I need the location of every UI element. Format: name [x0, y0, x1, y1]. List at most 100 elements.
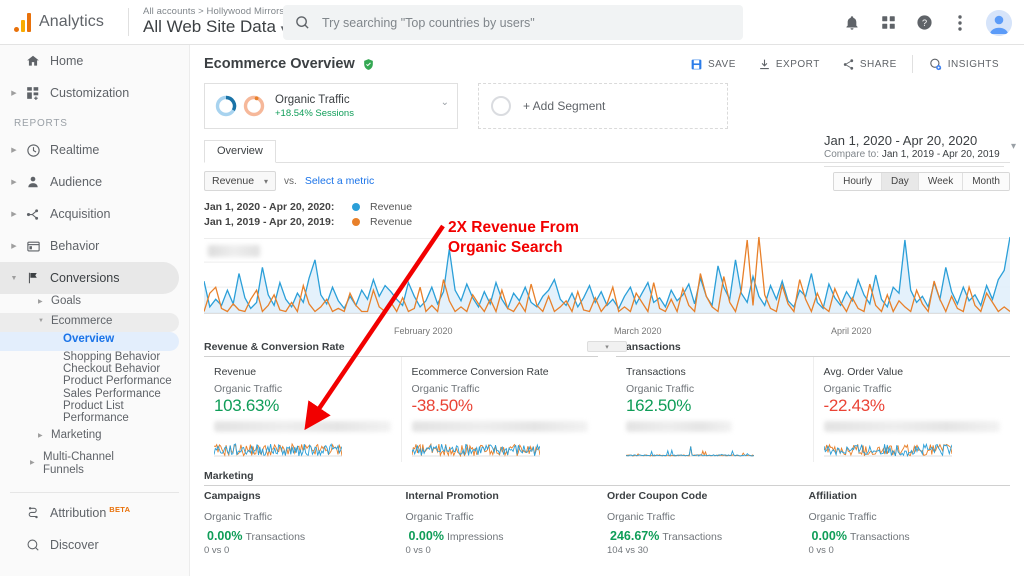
legend-color-swatch	[352, 203, 360, 211]
sidebar-item-customization[interactable]: ▶ Customization	[0, 77, 189, 109]
property-name: All Web Site Data ▾	[143, 18, 286, 37]
chart-x-axis: February 2020 March 2020 April 2020	[204, 326, 1010, 340]
sidebar-item-home[interactable]: Home	[0, 45, 189, 77]
help-icon[interactable]: ?	[914, 13, 934, 33]
analytics-logo-icon	[14, 13, 31, 32]
section-revenue-conversion: Revenue & Conversion Rate Revenue Organi…	[204, 341, 598, 462]
legend-range: Jan 1, 2020 - Apr 20, 2020:	[204, 201, 352, 213]
insights-button[interactable]: INSIGHTS	[917, 57, 1010, 72]
sidebar-item-multi-channel-funnels[interactable]: ▶ Multi-Channel Funnels	[0, 450, 189, 477]
vs-label: vs.	[284, 176, 297, 187]
main-content: Ecommerce Overview SAVE EXPORT SHARE	[190, 45, 1024, 576]
applied-segment[interactable]: Organic Traffic +18.54% Sessions ⌄	[204, 83, 458, 129]
segment-donut-orange-icon	[241, 93, 267, 119]
sidebar-item-label: Discover	[50, 538, 99, 552]
date-range-selector[interactable]: Jan 1, 2020 - Apr 20, 2020 Compare to: J…	[824, 133, 1004, 167]
sidebar-item-label: AttributionBETA	[50, 505, 130, 520]
sidebar-item-marketing[interactable]: ▶ Marketing	[0, 428, 189, 447]
timeseries-chart[interactable]: February 2020 March 2020 April 2020 ▾	[204, 231, 1010, 335]
sidebar-item-sales-performance[interactable]: Sales Performance	[0, 388, 189, 400]
attribution-icon	[20, 506, 46, 520]
marketing-card-affiliation[interactable]: Affiliation Organic Traffic 0.00%Transac…	[809, 490, 1011, 556]
granularity-hourly[interactable]: Hourly	[834, 173, 882, 190]
select-a-metric-link[interactable]: Select a metric	[305, 175, 374, 187]
sidebar-item-discover[interactable]: Discover	[0, 529, 189, 561]
kpi-name: Avg. Order Value	[824, 366, 1001, 378]
metric-select-value: Revenue	[212, 175, 254, 187]
apps-grid-icon[interactable]	[878, 13, 898, 33]
marketing-card-value: 246.67%Transactions	[607, 529, 799, 543]
share-button[interactable]: SHARE	[831, 58, 908, 71]
sidebar-item-checkout-behavior[interactable]: Checkout Behavior	[0, 363, 189, 375]
sidebar-item-attribution[interactable]: AttributionBETA	[0, 497, 189, 529]
svg-text:?: ?	[921, 18, 926, 28]
save-button[interactable]: SAVE	[679, 58, 747, 71]
sidebar-item-product-list-performance[interactable]: Product List Performance	[0, 400, 189, 424]
compare-prefix: Compare to:	[824, 149, 879, 160]
metric-select[interactable]: Revenue ▾	[204, 171, 276, 191]
top-bar: Analytics All accounts > Hollywood Mirro…	[0, 0, 1024, 45]
granularity-week[interactable]: Week	[919, 173, 963, 190]
sidebar-item-behavior[interactable]: ▶ Behavior	[0, 230, 189, 262]
tab-overview[interactable]: Overview	[204, 140, 276, 163]
granularity-month[interactable]: Month	[963, 173, 1009, 190]
kpi-segment: Organic Traffic	[824, 383, 1001, 395]
header-divider	[128, 8, 129, 36]
chevron-down-icon[interactable]: ▾	[1011, 141, 1016, 152]
sidebar-item-goals[interactable]: ▶ Goals	[0, 294, 189, 313]
legend-color-swatch	[352, 218, 360, 226]
analytics-logo[interactable]: Analytics	[0, 13, 124, 32]
kpi-blurred-amount	[412, 421, 589, 432]
kpi-name: Revenue	[214, 366, 391, 378]
kpi-avg-order-value[interactable]: Avg. Order Value Organic Traffic -22.43%	[813, 357, 1011, 462]
account-avatar[interactable]	[986, 10, 1012, 36]
kpi-segment: Organic Traffic	[626, 383, 803, 395]
insights-label: INSIGHTS	[948, 59, 999, 70]
sidebar-item-realtime[interactable]: ▶ Realtime	[0, 134, 189, 166]
chevron-down-icon[interactable]: ⌄	[441, 97, 449, 108]
share-icon	[842, 58, 855, 71]
sidebar-item-acquisition[interactable]: ▶ Acquisition	[0, 198, 189, 230]
add-segment-button[interactable]: + Add Segment	[478, 83, 728, 129]
granularity-toggle-group: Hourly Day Week Month	[833, 172, 1010, 191]
insights-icon	[928, 57, 943, 72]
compare-value: Jan 1, 2019 - Apr 20, 2019	[882, 149, 1000, 160]
marketing-card-order-coupon-code[interactable]: Order Coupon Code Organic Traffic 246.67…	[607, 490, 809, 556]
chevron-right-icon: ▶	[8, 242, 20, 250]
marketing-section: Marketing Campaigns Organic Traffic 0.00…	[190, 462, 1024, 556]
marketing-card-campaigns[interactable]: Campaigns Organic Traffic 0.00%Transacti…	[204, 490, 406, 556]
beta-badge: BETA	[109, 505, 130, 514]
notifications-bell-icon[interactable]	[842, 13, 862, 33]
sidebar-sub-label: Goals	[51, 294, 81, 308]
marketing-card-metric: Impressions	[447, 531, 504, 543]
search-input[interactable]: Try searching "Top countries by users"	[283, 5, 743, 40]
marketing-card-metric: Transactions	[662, 531, 722, 543]
marketing-card-percent: 246.67%	[610, 529, 659, 543]
marketing-card-percent: 0.00%	[409, 529, 444, 543]
sidebar-leaf-label: Product Performance	[63, 375, 172, 387]
kpi-ecommerce-conversion-rate[interactable]: Ecommerce Conversion Rate Organic Traffi…	[401, 357, 599, 462]
export-button[interactable]: EXPORT	[747, 58, 831, 71]
sidebar-item-audience[interactable]: ▶ Audience	[0, 166, 189, 198]
more-options-icon[interactable]	[950, 13, 970, 33]
sidebar-item-label: Customization	[50, 86, 129, 100]
sidebar-item-product-performance[interactable]: Product Performance	[0, 375, 189, 387]
date-range-compare: Compare to: Jan 1, 2019 - Apr 20, 2019	[824, 149, 1004, 160]
kpi-transactions[interactable]: Transactions Organic Traffic 162.50%	[616, 357, 813, 462]
marketing-card-value: 0.00%Impressions	[406, 529, 598, 543]
account-selector[interactable]: All accounts > Hollywood Mirrors All Web…	[143, 7, 286, 37]
metric-selector-bar: Revenue ▾ vs. Select a metric Hourly Day…	[190, 163, 1024, 191]
chart-expand-handle[interactable]: ▾	[587, 341, 627, 352]
sidebar-item-label: Acquisition	[50, 207, 110, 221]
annotation-line-1: 2X Revenue From	[448, 218, 579, 238]
granularity-day[interactable]: Day	[882, 173, 919, 190]
sidebar-item-ecommerce[interactable]: ▼ Ecommerce	[0, 313, 179, 332]
sidebar-item-ecommerce-overview[interactable]: Overview	[0, 332, 179, 351]
sidebar-item-shopping-behavior[interactable]: Shopping Behavior	[0, 351, 189, 363]
marketing-card-internal-promotion[interactable]: Internal Promotion Organic Traffic 0.00%…	[406, 490, 608, 556]
flag-icon	[20, 271, 46, 285]
kpi-revenue[interactable]: Revenue Organic Traffic 103.63%	[204, 357, 401, 462]
kpi-group: Revenue Organic Traffic 103.63% Ecommerc…	[204, 357, 598, 462]
sidebar-item-conversions[interactable]: ▼ Conversions	[0, 262, 179, 294]
sidebar-sub-label: Multi-Channel Funnels	[43, 450, 141, 477]
